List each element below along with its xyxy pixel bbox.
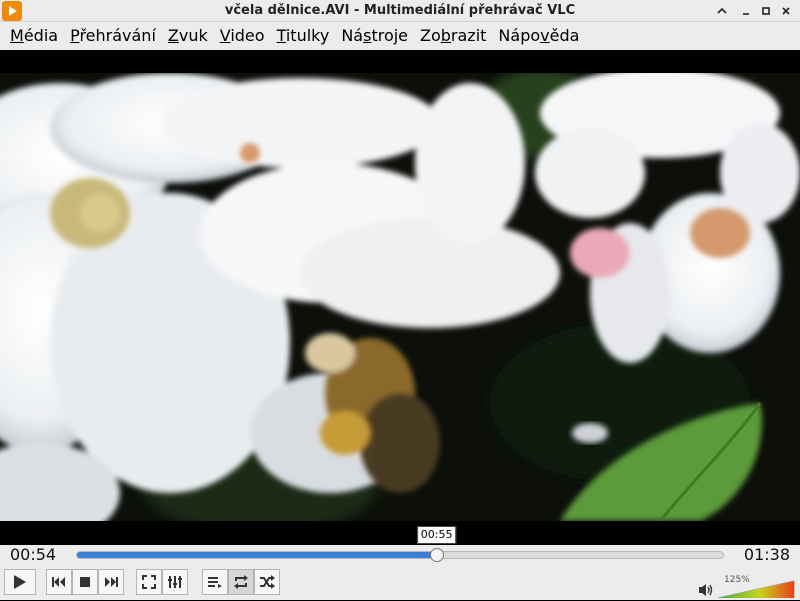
- menu-label-part: itulky: [285, 26, 330, 45]
- video-output[interactable]: [0, 50, 800, 545]
- menu-mnemonic: v: [540, 26, 550, 45]
- menu-label-part: razit: [450, 26, 487, 45]
- fullscreen-button[interactable]: [136, 569, 162, 595]
- menu-label-part: Ná: [341, 26, 364, 45]
- minimize-window-icon[interactable]: [714, 3, 730, 19]
- shuffle-button[interactable]: [254, 569, 280, 595]
- maximize-window-icon[interactable]: [758, 3, 774, 19]
- close-window-icon[interactable]: [778, 3, 794, 19]
- menu-titulky[interactable]: Titulky: [271, 22, 336, 50]
- menu-label-part: Zo: [420, 26, 441, 45]
- total-time[interactable]: 01:38: [744, 545, 790, 565]
- seek-time-tooltip: 00:55: [416, 526, 457, 544]
- seek-progress-fill: [77, 552, 437, 558]
- menu-mnemonic: b: [440, 26, 451, 45]
- stop-icon: [80, 577, 90, 587]
- playback-controls: 00:54 00:55 01:38 125%: [0, 526, 800, 601]
- playlist-icon: [208, 577, 222, 588]
- volume-slider[interactable]: [718, 580, 796, 598]
- window-title: včela dělnice.AVI - Multimediální přehrá…: [224, 3, 576, 18]
- menu-label-part: řehrávání: [79, 26, 156, 45]
- title-bar: včela dělnice.AVI - Multimediální přehrá…: [0, 0, 800, 22]
- menu-nápověda[interactable]: Nápověda: [492, 22, 585, 50]
- menu-mnemonic: Z: [167, 26, 179, 45]
- menu-mnemonic: V: [219, 26, 231, 45]
- video-frame: [0, 73, 800, 521]
- menu-label-part: édia: [23, 26, 59, 45]
- menu-nástroje[interactable]: Nástroje: [335, 22, 414, 50]
- menu-mnemonic: T: [276, 26, 286, 45]
- menu-label-part: ěda: [549, 26, 580, 45]
- menu-zvuk[interactable]: Zvuk: [162, 22, 214, 50]
- playlist-button[interactable]: [202, 569, 228, 595]
- menu-label-part: vuk: [178, 26, 208, 45]
- loop-button[interactable]: [228, 569, 254, 595]
- extended-settings-button[interactable]: [162, 569, 188, 595]
- equalizer-icon: [168, 576, 182, 588]
- menu-video[interactable]: Video: [214, 22, 271, 50]
- play-icon: [14, 575, 26, 589]
- next-button[interactable]: [98, 569, 124, 595]
- seek-handle[interactable]: [429, 548, 444, 562]
- menu-zobrazit[interactable]: Zobrazit: [414, 22, 492, 50]
- speaker-icon[interactable]: [698, 582, 714, 601]
- menu-média[interactable]: Média: [4, 22, 64, 50]
- menu-mnemonic: M: [10, 26, 24, 45]
- menu-bar: Média Přehrávání Zvuk Video Titulky Nástroje Z…: [0, 22, 800, 50]
- seek-slider[interactable]: 00:55: [76, 526, 724, 562]
- menu-label-part: troje: [371, 26, 409, 45]
- fullscreen-icon: [142, 575, 156, 589]
- skip-back-icon: [52, 577, 65, 587]
- menu-přehrávání[interactable]: Přehrávání: [64, 22, 162, 50]
- stop-button[interactable]: [72, 569, 98, 595]
- previous-button[interactable]: [46, 569, 72, 595]
- play-button[interactable]: [4, 569, 36, 595]
- elapsed-time[interactable]: 00:54: [10, 545, 56, 565]
- restore-window-icon[interactable]: [738, 3, 754, 19]
- loop-icon: [234, 575, 248, 589]
- menu-label-part: ideo: [230, 26, 265, 45]
- shuffle-icon: [260, 575, 275, 589]
- menu-label-part: Nápo: [498, 26, 541, 45]
- skip-forward-icon: [105, 577, 118, 587]
